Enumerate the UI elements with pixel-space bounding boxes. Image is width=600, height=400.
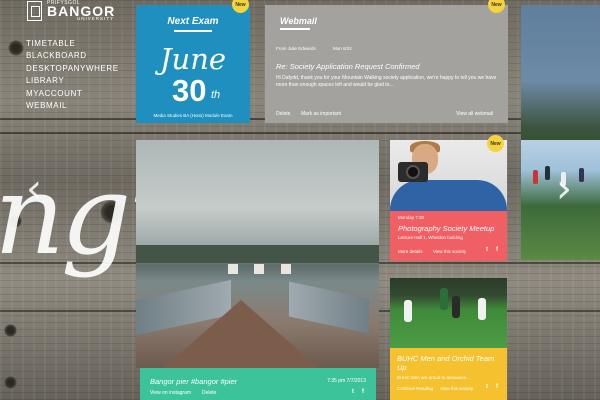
view-all-webmail-link[interactable]: View all webmail (456, 111, 493, 117)
university-logo[interactable]: PRIFYSGOL BANGOR UNIVERSITY (27, 0, 115, 22)
twitter-icon[interactable]: t (486, 384, 488, 390)
chevron-left-icon[interactable]: ‹ (26, 166, 42, 212)
exam-day-suffix: th (211, 89, 221, 101)
news-body: BUHC Men are proud to announce... (397, 375, 471, 380)
event-title: Photography Society Meetup (398, 224, 495, 233)
pier-deck (161, 300, 321, 368)
event-card[interactable]: Monday 7:30 Photography Society Meetup L… (390, 211, 507, 261)
more-details-link[interactable]: More details (398, 249, 423, 254)
event-date: Monday 7:30 (398, 215, 425, 220)
plank-seam (0, 132, 600, 134)
exam-month: June (159, 42, 227, 76)
wood-knot (8, 40, 24, 56)
side-navigation: TIMETABLE BLACKBOARD DESKTOPANYWHERE LIB… (26, 38, 119, 112)
instagram-post-caption[interactable]: Bangor pier #bangor #pier 7:35 pm 7/7/20… (140, 368, 376, 400)
post-title: Bangor pier #bangor #pier (150, 377, 238, 386)
distant-hills (136, 245, 379, 263)
continue-reading-link[interactable]: Continue Reading (397, 386, 433, 391)
logo-line-3: UNIVERSITY (77, 16, 115, 21)
webmail-heading: Webmail (280, 16, 317, 26)
wood-knot (4, 376, 17, 389)
heading-underline (280, 28, 310, 30)
photographer-photo[interactable] (390, 140, 507, 211)
nav-item-blackboard[interactable]: BLACKBOARD (26, 50, 119, 62)
view-society-link[interactable]: View this society (433, 249, 466, 254)
chevron-right-icon[interactable]: › (556, 166, 572, 212)
person-figure (533, 170, 538, 184)
pier-kiosk (254, 264, 264, 274)
post-time: 7:35 pm 7/7/2013 (327, 378, 366, 384)
wood-knot (4, 324, 17, 337)
player-figure (440, 288, 448, 310)
nav-item-webmail[interactable]: WEBMAIL (26, 100, 119, 112)
pier-photo[interactable] (136, 140, 379, 368)
exam-heading: Next Exam (167, 16, 219, 27)
nav-item-desktopanywhere[interactable]: DESKTOPANYWHERE (26, 63, 119, 75)
delete-post-button[interactable]: Delete (202, 390, 216, 396)
news-title: BUHC Men and Orchid Team Up (397, 354, 495, 372)
exam-subject: Media Studies BA (Hons) Module Exam (153, 113, 233, 118)
hockey-photo[interactable] (390, 278, 507, 348)
twitter-icon[interactable]: t (352, 389, 354, 395)
view-on-instagram-link[interactable]: View on instagram (150, 390, 191, 396)
nav-item-timetable[interactable]: TIMETABLE (26, 38, 119, 50)
event-location: Lecture Hall 1, Wheldon building (398, 235, 463, 240)
exam-day: 30 (172, 73, 207, 108)
crest-icon (27, 1, 42, 21)
facebook-icon[interactable]: f (496, 384, 498, 390)
view-society-link[interactable]: View this society (440, 386, 473, 391)
sport-news-card[interactable]: BUHC Men and Orchid Team Up BUHC Men are… (390, 348, 507, 400)
email-from: From Julie Edwards (276, 46, 316, 51)
next-exam-card[interactable]: Next Exam June 30 th Media Studies BA (H… (136, 5, 250, 123)
webmail-card[interactable]: Webmail From Julie Edwards Mon 6/22 Re: … (265, 5, 508, 123)
pier-kiosk (281, 264, 291, 274)
heading-underline (174, 30, 212, 32)
person-figure (545, 166, 550, 180)
player-figure (404, 300, 412, 322)
player-figure (478, 298, 486, 320)
twitter-icon[interactable]: t (486, 247, 488, 253)
email-date: Mon 6/22 (333, 46, 352, 51)
camera-lens (406, 165, 420, 179)
facebook-icon[interactable]: f (362, 389, 364, 395)
person-figure (579, 168, 584, 182)
email-preview: Hi Dafydd, thank you for your Mountain W… (276, 75, 497, 88)
email-subject[interactable]: Re: Society Application Request Confirme… (276, 62, 420, 71)
facebook-icon[interactable]: f (496, 247, 498, 253)
nav-item-myaccount[interactable]: MYACCOUNT (26, 88, 119, 100)
mark-important-button[interactable]: Mark as important (301, 111, 341, 117)
player-figure (452, 296, 460, 318)
delete-email-button[interactable]: Delete (276, 111, 290, 117)
nav-item-library[interactable]: LIBRARY (26, 75, 119, 87)
jacket (390, 180, 507, 211)
new-badge: New (487, 135, 504, 152)
pier-kiosk (228, 264, 238, 274)
